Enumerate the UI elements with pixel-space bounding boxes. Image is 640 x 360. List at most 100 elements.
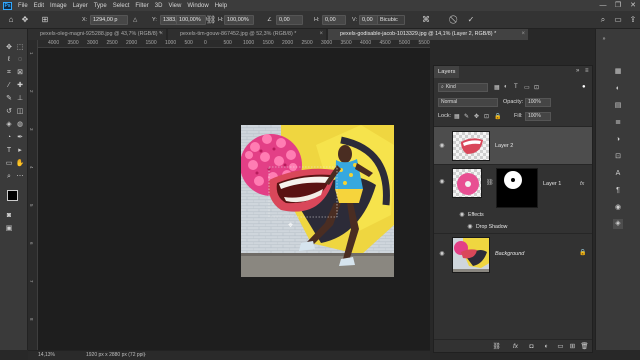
swatches-panel-icon[interactable]: ▤ (613, 101, 623, 111)
paragraph-panel-icon[interactable]: ¶ (613, 186, 623, 196)
fill-field[interactable]: 100% (525, 112, 551, 121)
move-tool-icon[interactable]: ✥ (20, 15, 30, 25)
menu-help[interactable]: Help (212, 3, 230, 9)
document-image[interactable] (241, 125, 394, 277)
h-skew-field[interactable]: 0,00 (322, 15, 346, 25)
warp-icon[interactable]: ⌘ (421, 15, 431, 25)
tab-oleg-magni[interactable]: pexels-oleg-magni-925288.jpg @ 43,7% (RG… (28, 29, 166, 40)
layer-row-layer-1[interactable]: ◉ ⛓ Layer 1 fx (434, 164, 592, 209)
filter-smart-object-icon[interactable]: ⊡ (534, 84, 539, 91)
quick-mask-icon[interactable]: ◙ (4, 211, 14, 221)
history-panel-icon[interactable]: ▦ (613, 67, 623, 77)
menu-layer[interactable]: Layer (70, 3, 91, 9)
add-layer-style-icon[interactable]: fx (511, 342, 520, 351)
zoom-level[interactable]: 14,13% (38, 351, 55, 360)
lock-position-icon[interactable]: ✥ (474, 113, 479, 120)
foreground-color-swatch[interactable] (7, 190, 18, 201)
blur-tool-icon[interactable]: ◍ (15, 120, 25, 130)
color-panel-icon[interactable]: ◐ (613, 84, 623, 94)
quick-select-icon[interactable]: ◌ (15, 55, 25, 65)
collapse-panel-icon[interactable]: » (576, 68, 579, 74)
dodge-tool-icon[interactable]: ◔ (4, 133, 14, 143)
drop-shadow-row[interactable]: ◉ Drop Shadow (434, 221, 592, 233)
channels-panel-icon[interactable]: ◉ (613, 203, 623, 213)
filter-toggle-icon[interactable]: ● (582, 84, 586, 90)
clone-stamp-icon[interactable]: ⊥ (15, 94, 25, 104)
chain-link-icon[interactable]: ⛓ (206, 15, 216, 25)
interpolation-select[interactable]: Bicubic (377, 15, 405, 25)
frame-tool-icon[interactable]: ⊠ (15, 68, 25, 78)
tab-layers[interactable]: Layers (434, 66, 460, 78)
layer-row-layer-2[interactable]: ◉ Layer 2 (434, 126, 592, 164)
brush-tool-icon[interactable]: ✎ (4, 94, 14, 104)
eraser-icon[interactable]: ◫ (15, 107, 25, 117)
mask-link-icon[interactable]: ⛓ (486, 179, 494, 186)
maximize-icon[interactable]: ❐ (611, 0, 625, 11)
home-icon[interactable]: ⌂ (6, 15, 16, 25)
layer-row-background[interactable]: ◉ Background 🔒 (434, 233, 592, 274)
layer-name[interactable]: Background (495, 251, 524, 257)
x-position-field[interactable]: 1294,00 p (90, 15, 128, 25)
visibility-eye-icon[interactable]: ◉ (438, 178, 446, 186)
pen-tool-icon[interactable]: ✒ (15, 133, 25, 143)
menu-type[interactable]: Type (91, 3, 110, 9)
filter-pixel-icon[interactable]: ▦ (494, 84, 500, 91)
opacity-field[interactable]: 100% (525, 98, 551, 107)
effects-row[interactable]: ◉ Effects (434, 209, 592, 221)
angle-field[interactable]: 0,00 (276, 15, 303, 25)
character-panel-icon[interactable]: A (613, 169, 623, 179)
delete-layer-icon[interactable]: 🗑 (580, 342, 589, 351)
libraries-panel-icon[interactable]: ⊡ (613, 152, 623, 162)
menu-view[interactable]: View (165, 3, 184, 9)
crop-tool-icon[interactable]: ⌗ (4, 68, 14, 78)
cancel-icon[interactable]: ⃠ (450, 15, 460, 25)
paint-bucket-icon[interactable]: ◈ (4, 120, 14, 130)
drop-shadow-visibility-icon[interactable]: ◉ (466, 223, 474, 231)
link-layers-icon[interactable]: ⛓ (492, 342, 501, 351)
close-tab-icon[interactable]: × (159, 29, 163, 40)
blend-mode-select[interactable]: Normal (438, 98, 498, 107)
lock-image-icon[interactable]: ✎ (464, 113, 469, 120)
filter-type-icon[interactable]: T (514, 84, 518, 90)
collapse-dock-icon[interactable]: » (599, 34, 609, 44)
move-tool-icon[interactable]: ✥ (4, 43, 14, 53)
hand-tool-icon[interactable]: ✋ (15, 159, 25, 169)
add-mask-icon[interactable]: ◘ (527, 342, 536, 351)
more-tools-icon[interactable]: ⋯ (15, 172, 25, 182)
new-group-icon[interactable]: ▭ (556, 342, 565, 351)
share-icon[interactable]: ⇪ (628, 15, 638, 25)
artboard-tool-icon[interactable]: ⬚ (15, 43, 25, 53)
visibility-eye-icon[interactable]: ◉ (438, 250, 446, 258)
panel-menu-icon[interactable]: ≡ (585, 68, 589, 74)
screen-mode-icon[interactable]: ▣ (4, 224, 14, 234)
layer-effects-badge[interactable]: fx (580, 181, 584, 187)
status-arrow-icon[interactable]: › (144, 351, 146, 360)
height-field[interactable]: 100,00% (224, 15, 254, 25)
properties-panel-icon[interactable]: ≣ (613, 118, 623, 128)
history-brush-icon[interactable]: ↺ (4, 107, 14, 117)
adjustments-panel-icon[interactable]: ◑ (613, 135, 623, 145)
menu-edit[interactable]: Edit (31, 3, 47, 9)
tab-tim-gouw[interactable]: pexels-tim-gouw-867452.jpg @ 52,3% (RGB/… (168, 29, 326, 40)
layer-name[interactable]: Layer 1 (543, 181, 561, 187)
menu-filter[interactable]: Filter (132, 3, 151, 9)
commit-icon[interactable]: ✓ (466, 15, 476, 25)
link-icon[interactable]: △ (133, 17, 137, 23)
search-icon[interactable]: ⌕ (598, 15, 608, 25)
new-adjustment-layer-icon[interactable]: ◐ (542, 342, 551, 351)
eyedropper-icon[interactable]: ⁄ (4, 81, 14, 91)
zoom-tool-icon[interactable]: ⌕ (4, 172, 14, 182)
spot-healing-icon[interactable]: ✚ (15, 81, 25, 91)
type-tool-icon[interactable]: T (4, 146, 14, 156)
menu-image[interactable]: Image (47, 3, 70, 9)
close-tab-icon[interactable]: × (521, 29, 525, 40)
layer-mask-thumbnail[interactable] (496, 168, 538, 208)
close-icon[interactable]: ✕ (626, 0, 640, 11)
tab-godisable-jacob[interactable]: pexels-godisable-jacob-1013329.jpg @ 14,… (328, 29, 528, 40)
effects-visibility-icon[interactable]: ◉ (458, 211, 466, 219)
close-tab-icon[interactable]: × (319, 29, 323, 40)
menu-file[interactable]: File (15, 3, 31, 9)
lock-artboard-icon[interactable]: ⊡ (484, 113, 489, 120)
lasso-tool-icon[interactable]: ℓ (4, 55, 14, 65)
rectangle-tool-icon[interactable]: ▭ (4, 159, 14, 169)
